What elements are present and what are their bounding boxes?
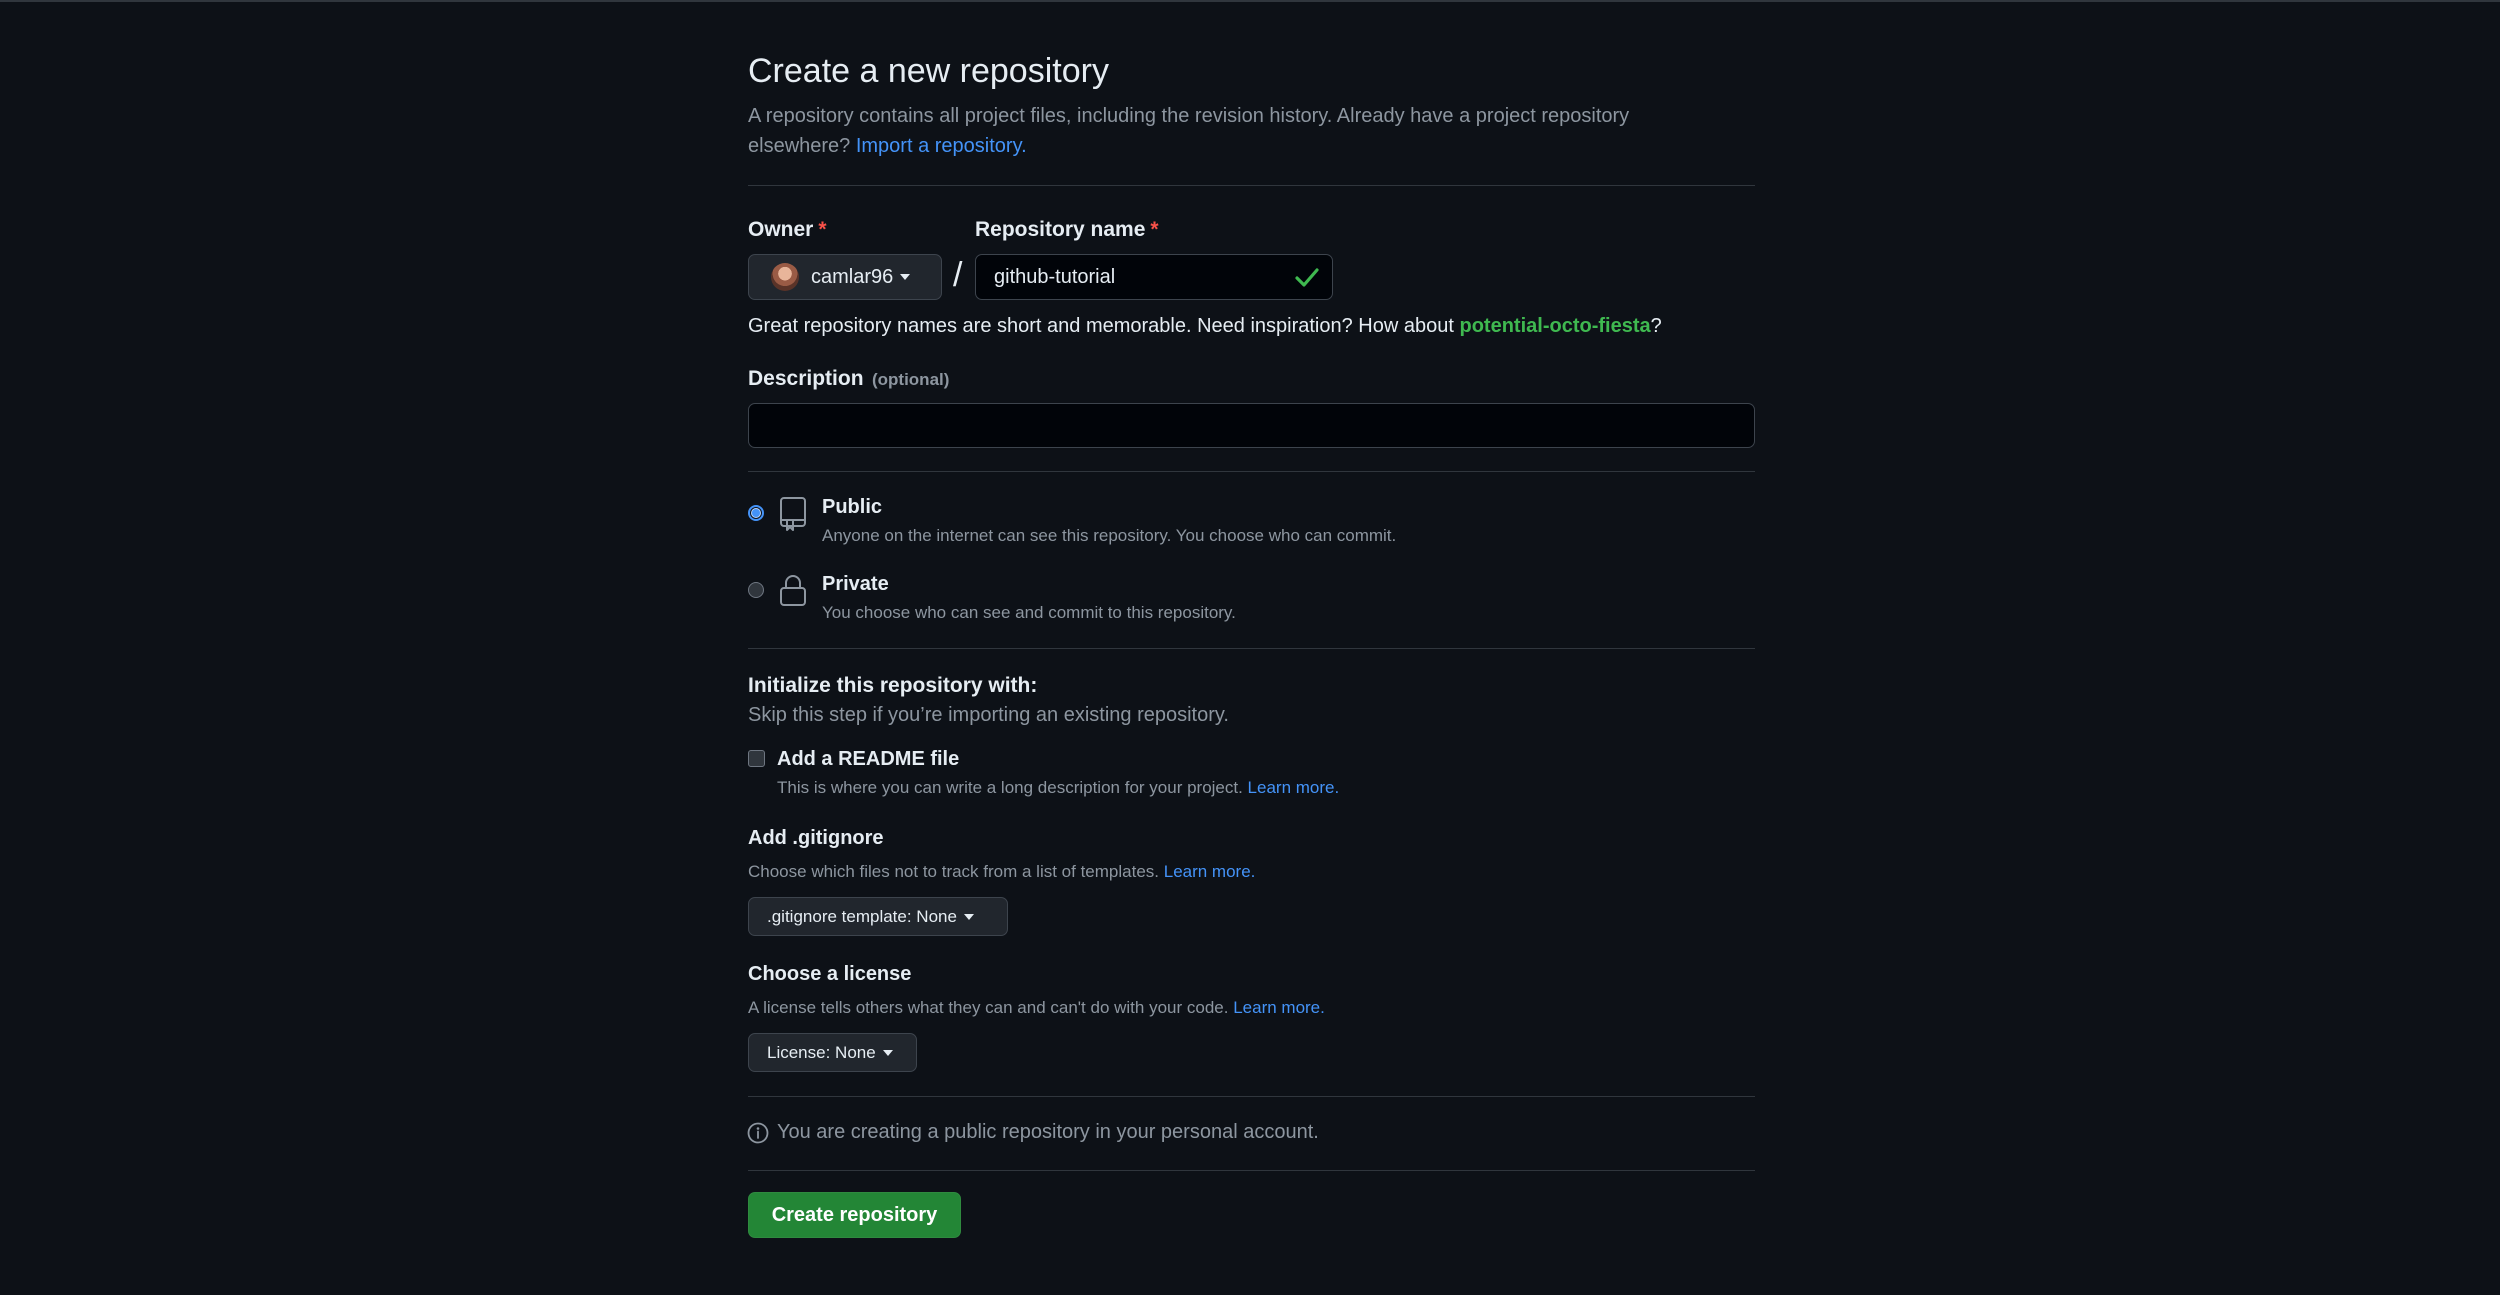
repo-name-hint-prefix: Great repository names are short and mem…: [748, 315, 1460, 337]
description-optional-text: (optional): [871, 370, 950, 389]
private-option-title: Private: [822, 573, 889, 595]
name-suggestion-link[interactable]: potential-octo-fiesta: [1459, 315, 1650, 337]
divider-visibility: [748, 648, 1755, 649]
private-option-description: You choose who can see and commit to thi…: [822, 603, 1236, 622]
initialize-subtitle: Skip this step if you’re importing an ex…: [748, 704, 1229, 726]
intro-line-1: A repository contains all project files,…: [748, 105, 1630, 127]
repo-name-label: Repository name *: [975, 218, 1159, 242]
license-button-label: License: None: [767, 1042, 876, 1062]
repo-icon: [779, 496, 807, 537]
repo-name-hint-suffix: ?: [1650, 315, 1662, 337]
owner-select-button[interactable]: camlar96: [748, 254, 942, 300]
intro-line-2-prefix: elsewhere?: [748, 135, 856, 157]
description-input[interactable]: [748, 403, 1755, 448]
owner-required-mark: *: [818, 218, 827, 241]
owner-label-text: Owner: [748, 218, 814, 241]
repository-name-input[interactable]: [975, 254, 1333, 300]
info-icon: [747, 1122, 769, 1149]
repo-name-hint: Great repository names are short and mem…: [748, 315, 1662, 338]
gitignore-learn-more-link[interactable]: Learn more.: [1164, 862, 1256, 881]
owner-name: camlar96: [811, 265, 894, 288]
avatar: [771, 263, 799, 291]
chevron-down-icon: [882, 1049, 893, 1056]
license-learn-more-link[interactable]: Learn more.: [1233, 998, 1325, 1017]
repo-name-label-text: Repository name: [975, 218, 1146, 241]
top-border: [0, 0, 2500, 2]
license-title: Choose a license: [748, 963, 912, 985]
owner-repo-separator: /: [953, 256, 963, 294]
page-title: Create a new repository: [748, 52, 1109, 90]
readme-label: Add a README file: [777, 748, 960, 770]
divider-notice: [748, 1170, 1755, 1171]
description-label-text: Description: [748, 367, 864, 390]
readme-learn-more-link[interactable]: Learn more.: [1248, 778, 1340, 797]
readme-checkbox[interactable]: [748, 750, 765, 767]
create-repository-label: Create repository: [771, 1203, 938, 1226]
owner-label: Owner *: [748, 218, 827, 242]
chevron-down-icon: [900, 274, 911, 280]
readme-description-text: This is where you can write a long descr…: [777, 778, 1248, 797]
intro-line-2: elsewhere? Import a repository.: [748, 131, 1758, 161]
chevron-down-icon: [963, 913, 974, 920]
description-label: Description (optional): [748, 367, 949, 391]
gitignore-template-button[interactable]: .gitignore template: None: [748, 897, 1008, 936]
public-radio[interactable]: [748, 505, 764, 521]
public-option-description: Anyone on the internet can see this repo…: [822, 526, 1397, 545]
divider-description: [748, 471, 1755, 472]
license-button[interactable]: License: None: [748, 1033, 917, 1072]
initialize-title: Initialize this repository with:: [748, 674, 1038, 697]
license-description: A license tells others what they can and…: [748, 998, 1325, 1018]
import-repository-link[interactable]: Import a repository.: [856, 135, 1027, 157]
gitignore-description: Choose which files not to track from a l…: [748, 862, 1255, 882]
public-radio-dot: [752, 509, 760, 517]
check-icon: [1294, 265, 1320, 294]
intro-text: A repository contains all project files,…: [748, 101, 1758, 161]
license-description-text: A license tells others what they can and…: [748, 998, 1234, 1017]
repo-name-required-mark: *: [1150, 218, 1159, 241]
visibility-notice: You are creating a public repository in …: [777, 1121, 1319, 1143]
public-option-title: Public: [822, 496, 883, 518]
divider-license: [748, 1096, 1755, 1097]
divider-header: [748, 185, 1755, 186]
lock-icon: [778, 574, 808, 613]
private-radio[interactable]: [748, 582, 764, 598]
readme-description: This is where you can write a long descr…: [777, 778, 1339, 798]
create-repository-button[interactable]: Create repository: [748, 1192, 961, 1238]
gitignore-description-text: Choose which files not to track from a l…: [748, 862, 1164, 881]
gitignore-template-label: .gitignore template: None: [767, 906, 957, 926]
gitignore-title: Add .gitignore: [748, 827, 884, 849]
